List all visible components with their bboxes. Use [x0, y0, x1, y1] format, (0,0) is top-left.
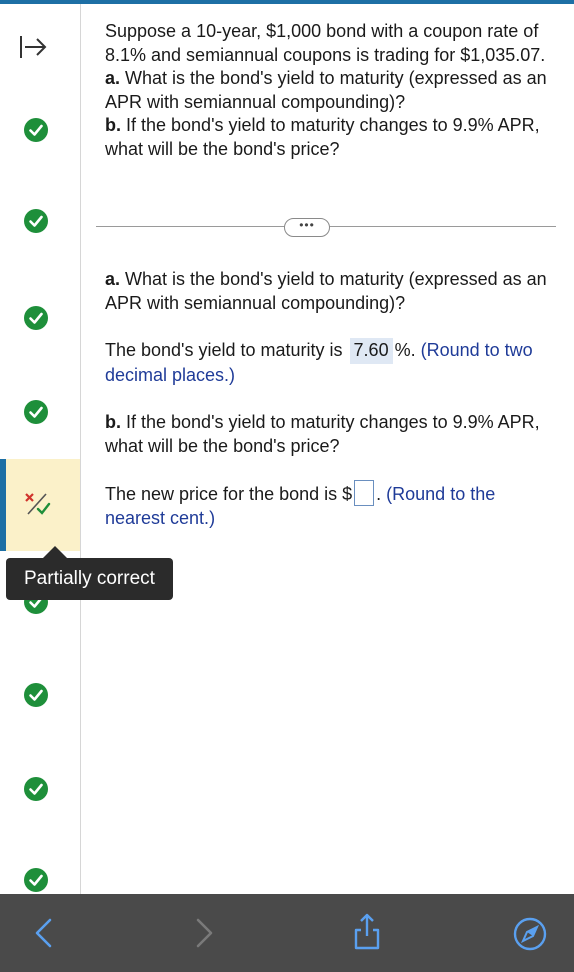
work-part-b: b. If the bond's yield to maturity chang…: [105, 411, 555, 458]
status-tooltip: Partially correct: [6, 558, 173, 600]
share-icon[interactable]: [350, 912, 384, 952]
work-a-label: a.: [105, 269, 121, 289]
current-question-indicator: [0, 459, 6, 551]
answer-b: The new price for the bond is $. (Round …: [105, 480, 555, 530]
answer-a-prefix: The bond's yield to maturity is: [105, 340, 348, 360]
question-text: Suppose a 10-year, $1,000 bond with a co…: [105, 20, 555, 161]
part-b-label: b.: [105, 115, 121, 135]
answer-a-suffix: %.: [394, 340, 421, 360]
question-part-a: a. What is the bond's yield to maturity …: [105, 67, 555, 114]
question-part-b: b. If the bond's yield to maturity chang…: [105, 114, 555, 161]
answer-b-suffix: .: [376, 484, 387, 504]
question-intro: Suppose a 10-year, $1,000 bond with a co…: [105, 21, 546, 65]
answer-a-field[interactable]: 7.60: [349, 338, 393, 364]
part-b-text: If the bond's yield to maturity changes …: [105, 115, 540, 159]
forward-arrow-icon[interactable]: [192, 916, 218, 950]
answer-b-input[interactable]: [354, 480, 375, 506]
check-circle-icon[interactable]: [24, 683, 48, 707]
answer-b-prefix: The new price for the bond is $: [105, 484, 353, 504]
work-b-label: b.: [105, 412, 121, 432]
check-circle-icon[interactable]: [24, 118, 48, 142]
browser-toolbar: [0, 894, 574, 972]
more-options-button[interactable]: •••: [284, 218, 330, 237]
part-a-text: What is the bond's yield to maturity (ex…: [105, 68, 547, 112]
check-circle-icon[interactable]: [24, 209, 48, 233]
top-accent-bar: [0, 0, 574, 4]
expand-arrow-icon[interactable]: [18, 32, 48, 62]
check-circle-icon[interactable]: [24, 400, 48, 424]
back-arrow-icon[interactable]: [30, 916, 56, 950]
check-circle-icon[interactable]: [24, 777, 48, 801]
work-a-text: What is the bond's yield to maturity (ex…: [105, 269, 547, 313]
answer-a: The bond's yield to maturity is 7.60%. (…: [105, 338, 555, 387]
partially-correct-icon[interactable]: [24, 490, 52, 518]
check-circle-icon[interactable]: [24, 306, 48, 330]
work-part-a: a. What is the bond's yield to maturity …: [105, 268, 555, 315]
part-a-label: a.: [105, 68, 121, 88]
check-circle-icon[interactable]: [24, 868, 48, 892]
work-b-text: If the bond's yield to maturity changes …: [105, 412, 540, 456]
compass-icon[interactable]: [512, 916, 548, 952]
